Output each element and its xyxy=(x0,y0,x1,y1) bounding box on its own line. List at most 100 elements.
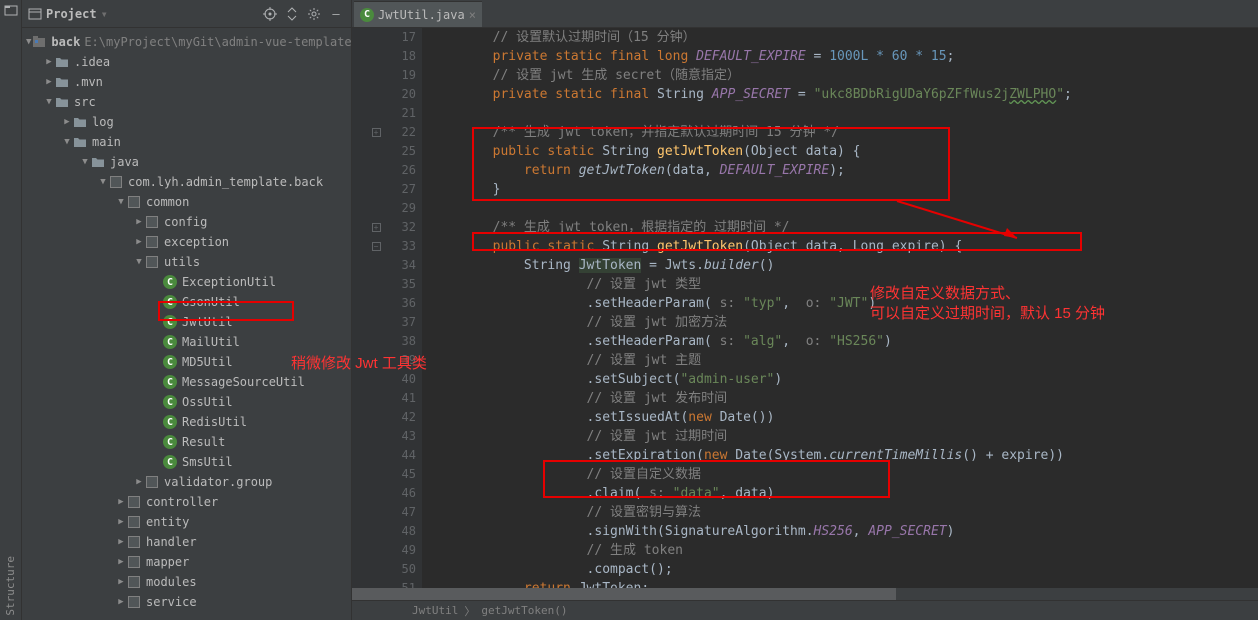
tab-jwtutil[interactable]: C JwtUtil.java × xyxy=(354,1,482,27)
tree-label: utils xyxy=(164,255,200,269)
editor: ++−− 17181920212225262729323334353637383… xyxy=(352,28,1258,600)
tree-item-main[interactable]: ▼main xyxy=(22,132,351,152)
tree-root[interactable]: ▼ back E:\myProject\myGit\admin-vue-temp… xyxy=(22,32,351,52)
tree-label: controller xyxy=(146,495,218,509)
tree-arrow-icon[interactable]: ▼ xyxy=(98,177,108,187)
locate-icon[interactable] xyxy=(261,5,279,23)
tree-item-gsonutil[interactable]: CGsonUtil xyxy=(22,292,351,312)
tab-label: JwtUtil.java xyxy=(378,8,465,22)
tree-arrow-icon[interactable]: ▼ xyxy=(44,97,54,107)
line-number: 25 xyxy=(392,142,416,161)
code-area[interactable]: // 设置默认过期时间（15 分钟） private static final … xyxy=(422,28,1258,600)
tree-label: mapper xyxy=(146,555,189,569)
tree-arrow-icon[interactable]: ▶ xyxy=(44,77,54,87)
tree-item-config[interactable]: ▶ config xyxy=(22,212,351,232)
package-icon xyxy=(126,514,142,530)
tree-arrow-icon[interactable]: ▶ xyxy=(116,537,126,547)
tree-item-utils[interactable]: ▼ utils xyxy=(22,252,351,272)
line-number: 44 xyxy=(392,446,416,465)
tree-arrow-icon[interactable]: ▼ xyxy=(80,157,90,167)
tree-label: .mvn xyxy=(74,75,103,89)
line-number: 38 xyxy=(392,332,416,351)
tree-item-mapper[interactable]: ▶ mapper xyxy=(22,552,351,572)
tree-label: SmsUtil xyxy=(182,455,233,469)
tree-arrow-icon[interactable]: ▶ xyxy=(134,217,144,227)
tree-arrow-icon[interactable]: ▼ xyxy=(134,257,144,267)
fold-icon[interactable]: − xyxy=(372,242,381,251)
tree-item-controller[interactable]: ▶ controller xyxy=(22,492,351,512)
folder-icon xyxy=(54,74,70,90)
hide-icon[interactable]: — xyxy=(327,5,345,23)
tree-label: handler xyxy=(146,535,197,549)
tree-item-entity[interactable]: ▶entity xyxy=(22,512,351,532)
structure-label[interactable]: Structure xyxy=(4,552,17,620)
tree-arrow-icon[interactable]: ▶ xyxy=(116,597,126,607)
fold-icon[interactable]: + xyxy=(372,223,381,232)
line-number: 18 xyxy=(392,47,416,66)
tree-arrow-icon[interactable]: ▶ xyxy=(62,117,72,127)
package-icon xyxy=(144,214,160,230)
tree-item-common[interactable]: ▼common xyxy=(22,192,351,212)
tree-item--idea[interactable]: ▶.idea xyxy=(22,52,351,72)
line-number: 19 xyxy=(392,66,416,85)
line-number: 45 xyxy=(392,465,416,484)
tree-arrow-icon[interactable]: ▶ xyxy=(134,237,144,247)
tree-arrow-icon[interactable]: ▼ xyxy=(62,137,72,147)
tree-item-handler[interactable]: ▶ handler xyxy=(22,532,351,552)
tree-item-service[interactable]: ▶service xyxy=(22,592,351,612)
expand-all-icon[interactable] xyxy=(283,5,301,23)
chevron-down-icon[interactable]: ▾ xyxy=(101,7,108,21)
line-number: 39 xyxy=(392,351,416,370)
tree-arrow-icon[interactable]: ▶ xyxy=(116,517,126,527)
tree-arrow-icon[interactable]: ▶ xyxy=(134,477,144,487)
tree-arrow-icon[interactable]: ▶ xyxy=(116,497,126,507)
tree-item-ossutil[interactable]: COssUtil xyxy=(22,392,351,412)
tree-arrow-icon[interactable]: ▶ xyxy=(116,577,126,587)
tree-item-jwtutil[interactable]: CJwtUtil xyxy=(22,312,351,332)
package-icon xyxy=(126,554,142,570)
tree-item-java[interactable]: ▼ java xyxy=(22,152,351,172)
line-numbers: 1718192021222526272932333435363738394041… xyxy=(386,28,422,600)
tree-item-exception[interactable]: ▶exception xyxy=(22,232,351,252)
tree-label: validator.group xyxy=(164,475,272,489)
fold-icon[interactable]: + xyxy=(372,128,381,137)
close-icon[interactable]: × xyxy=(469,8,476,22)
tree-item--mvn[interactable]: ▶ .mvn xyxy=(22,72,351,92)
tree-arrow-icon[interactable]: ▶ xyxy=(116,557,126,567)
line-number: 35 xyxy=(392,275,416,294)
class-icon: C xyxy=(162,434,178,450)
gutter-fold: ++−− xyxy=(366,28,386,600)
tree-label: GsonUtil xyxy=(182,295,240,309)
breadcrumb[interactable]: JwtUtil 〉 getJwtToken() xyxy=(352,600,1258,620)
tree-item-exceptionutil[interactable]: CExceptionUtil xyxy=(22,272,351,292)
line-number: 37 xyxy=(392,313,416,332)
tree-item-log[interactable]: ▶log xyxy=(22,112,351,132)
tree-label: src xyxy=(74,95,96,109)
project-path: E:\myProject\myGit\admin-vue-template\ba… xyxy=(84,35,351,49)
horizontal-scrollbar[interactable] xyxy=(352,588,1258,600)
tree-arrow-icon[interactable]: ▼ xyxy=(116,197,126,207)
line-number: 32 xyxy=(392,218,416,237)
project-tool-icon[interactable] xyxy=(3,2,19,18)
tree-item-mailutil[interactable]: CMailUtil xyxy=(22,332,351,352)
tree-arrow-icon[interactable]: ▶ xyxy=(44,57,54,67)
tree-item-messagesourceutil[interactable]: CMessageSourceUtil xyxy=(22,372,351,392)
tree-item-com-lyh-admin-template-back[interactable]: ▼com.lyh.admin_template.back xyxy=(22,172,351,192)
tree-item-smsutil[interactable]: CSmsUtil xyxy=(22,452,351,472)
breadcrumb-class: JwtUtil xyxy=(412,604,458,617)
tree-item-src[interactable]: ▼ src xyxy=(22,92,351,112)
sidebar-title[interactable]: Project xyxy=(46,7,97,21)
tree-item-modules[interactable]: ▶modules xyxy=(22,572,351,592)
tree-item-validator-group[interactable]: ▶ validator.group xyxy=(22,472,351,492)
line-number: 20 xyxy=(392,85,416,104)
project-tree: ▼ back E:\myProject\myGit\admin-vue-temp… xyxy=(22,28,351,620)
gear-icon[interactable] xyxy=(305,5,323,23)
tree-item-redisutil[interactable]: CRedisUtil xyxy=(22,412,351,432)
class-icon: C xyxy=(162,374,178,390)
scrollbar-thumb[interactable] xyxy=(352,588,896,600)
tree-item-result[interactable]: CResult xyxy=(22,432,351,452)
tree-label: java xyxy=(110,155,139,169)
package-icon xyxy=(144,234,160,250)
tree-item-md5util[interactable]: CMD5Util xyxy=(22,352,351,372)
tree-label: config xyxy=(164,215,207,229)
